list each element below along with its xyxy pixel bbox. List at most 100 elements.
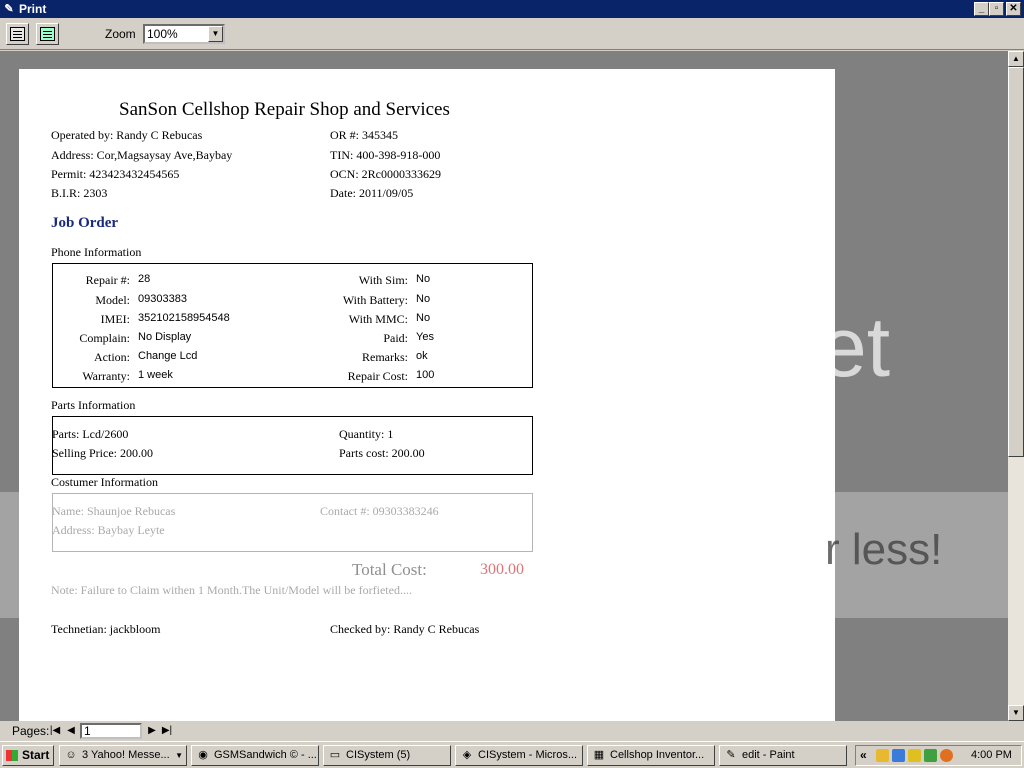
zoom-value: 100%: [147, 27, 178, 41]
paint-icon: ✎: [726, 749, 736, 761]
task-cisystem-folder[interactable]: ▭ CISystem (5): [323, 745, 451, 766]
zoom-select[interactable]: 100% ▼: [143, 24, 225, 44]
action-label: Action:: [94, 350, 130, 364]
with-mmc-label: With MMC:: [348, 312, 408, 326]
permit: Permit: 423423432454565: [51, 167, 180, 181]
tray-network-icon[interactable]: [892, 749, 905, 762]
customer-info-heading: Costumer Information: [51, 475, 158, 489]
repair-cost-value: 100: [416, 369, 435, 381]
complain-label: Complain:: [79, 331, 130, 345]
window-titlebar: ✎ Print _ ▫ ✕: [0, 0, 1024, 18]
pages-navigation-bar: Pages: |◀ ◀ 1 ▶ ▶|: [0, 721, 1024, 741]
print-button[interactable]: [6, 23, 29, 45]
page-setup-button[interactable]: [36, 23, 59, 45]
watermark-text-bottom: r less!: [825, 525, 943, 574]
scroll-up-arrow-icon[interactable]: ▲: [1008, 51, 1024, 67]
folder-icon: ▭: [329, 749, 341, 761]
task-visual-studio[interactable]: ◈ CISystem - Micros...: [455, 745, 583, 766]
job-order-heading: Job Order: [51, 215, 119, 231]
or-number: OR #: 345345: [330, 128, 399, 142]
window-title: Print: [19, 2, 47, 16]
ocn: OCN: 2Rc0000333629: [330, 167, 441, 181]
scroll-thumb[interactable]: [1008, 67, 1024, 457]
minimize-button[interactable]: _: [974, 2, 989, 16]
task-label: CISystem (5): [346, 749, 411, 761]
warranty-label: Warranty:: [82, 369, 130, 383]
task-chrome[interactable]: ◉ GSMSandwich © - ...: [191, 745, 319, 766]
customer-name: Name: Shaunjoe Rebucas: [52, 504, 176, 518]
visual-studio-icon: ◈: [462, 749, 472, 761]
warranty-value: 1 week: [138, 369, 173, 381]
close-button[interactable]: ✕: [1006, 2, 1021, 16]
paid-label: Paid:: [383, 331, 408, 345]
with-sim-value: No: [416, 273, 431, 285]
task-label: CISystem - Micros...: [478, 749, 578, 761]
operated-by: Operated by: Randy C Rebucas: [51, 128, 203, 142]
tray-messenger-icon[interactable]: [908, 749, 921, 762]
complain-value: No Display: [138, 331, 192, 343]
technician: Technetian: jackbloom: [51, 622, 161, 636]
page-setup-icon: [40, 27, 55, 41]
total-cost-value: 300.00: [480, 561, 524, 578]
action-value: Change Lcd: [138, 350, 198, 362]
pages-label: Pages:: [12, 724, 50, 738]
with-battery-label: With Battery:: [342, 293, 408, 307]
model-label: Model:: [95, 293, 130, 307]
quantity-value: Quantity: 1: [339, 427, 394, 441]
yahoo-messenger-icon: ☺: [65, 749, 77, 761]
model-value: 09303383: [138, 293, 187, 305]
task-yahoo-messenger[interactable]: ☺ 3 Yahoo! Messe... ▼: [59, 745, 187, 766]
zoom-label: Zoom: [105, 27, 136, 41]
app-icon: ▦: [593, 749, 605, 761]
shop-address: Address: Cor,Magsaysay Ave,Baybay: [51, 148, 233, 162]
repair-no-value: 28: [138, 273, 151, 285]
imei-value: 352102158954548: [138, 312, 230, 324]
task-paint[interactable]: ✎ edit - Paint: [719, 745, 847, 766]
remarks-value: ok: [416, 350, 428, 362]
checked-by: Checked by: Randy C Rebucas: [330, 622, 480, 636]
tray-mail-icon[interactable]: [876, 749, 889, 762]
printer-icon: [10, 27, 25, 41]
task-label: Cellshop Inventor...: [610, 749, 705, 761]
with-sim-label: With Sim:: [358, 273, 408, 287]
remarks-label: Remarks:: [362, 350, 408, 364]
customer-contact: Contact #: 09303383246: [320, 504, 439, 518]
maximize-button[interactable]: ▫: [989, 2, 1004, 16]
task-label: edit - Paint: [742, 749, 795, 761]
with-mmc-value: No: [416, 312, 431, 324]
parts-cost: Parts cost: 200.00: [339, 446, 425, 460]
total-cost-label: Total Cost:: [352, 560, 427, 579]
print-preview-area[interactable]: SanSon Cellshop Repair Shop and Services…: [0, 51, 1008, 721]
start-button[interactable]: Start: [2, 745, 54, 766]
tray-expand-icon[interactable]: «: [860, 748, 867, 762]
shop-name: SanSon Cellshop Repair Shop and Services: [119, 99, 450, 120]
chevron-down-icon: ▼: [175, 751, 183, 760]
scroll-down-arrow-icon[interactable]: ▼: [1008, 705, 1024, 721]
clock: 4:00 PM: [971, 749, 1012, 761]
report-date: Date: 2011/09/05: [330, 186, 414, 200]
report-page: SanSon Cellshop Repair Shop and Services…: [19, 69, 835, 721]
tray-security-icon[interactable]: [924, 749, 937, 762]
last-page-icon[interactable]: ▶|: [160, 723, 174, 739]
first-page-icon[interactable]: |◀: [48, 723, 62, 739]
selling-price: Selling Price: 200.00: [52, 446, 153, 460]
tray-app-icon[interactable]: [940, 749, 953, 762]
start-label: Start: [22, 748, 50, 762]
task-label: GSMSandwich © - ...: [214, 749, 317, 761]
task-cellshop-inventory[interactable]: ▦ Cellshop Inventor...: [587, 745, 715, 766]
customer-address: Address: Baybay Leyte: [52, 523, 165, 537]
vertical-scrollbar[interactable]: ▲ ▼: [1008, 51, 1024, 721]
next-page-icon[interactable]: ▶: [145, 723, 159, 739]
taskbar: Start ☺ 3 Yahoo! Messe... ▼ ◉ GSMSandwic…: [0, 741, 1024, 768]
bir: B.I.R: 2303: [51, 186, 108, 200]
toolbar: Zoom 100% ▼: [0, 18, 1024, 50]
chrome-icon: ◉: [198, 749, 208, 761]
chevron-down-icon[interactable]: ▼: [208, 26, 223, 42]
parts-info-heading: Parts Information: [51, 398, 136, 412]
with-battery-value: No: [416, 293, 431, 305]
page-number-input[interactable]: 1: [80, 723, 142, 739]
previous-page-icon[interactable]: ◀: [64, 723, 78, 739]
tin: TIN: 400-398-918-000: [330, 148, 441, 162]
imei-label: IMEI:: [100, 312, 130, 326]
windows-logo-icon: [6, 750, 18, 761]
